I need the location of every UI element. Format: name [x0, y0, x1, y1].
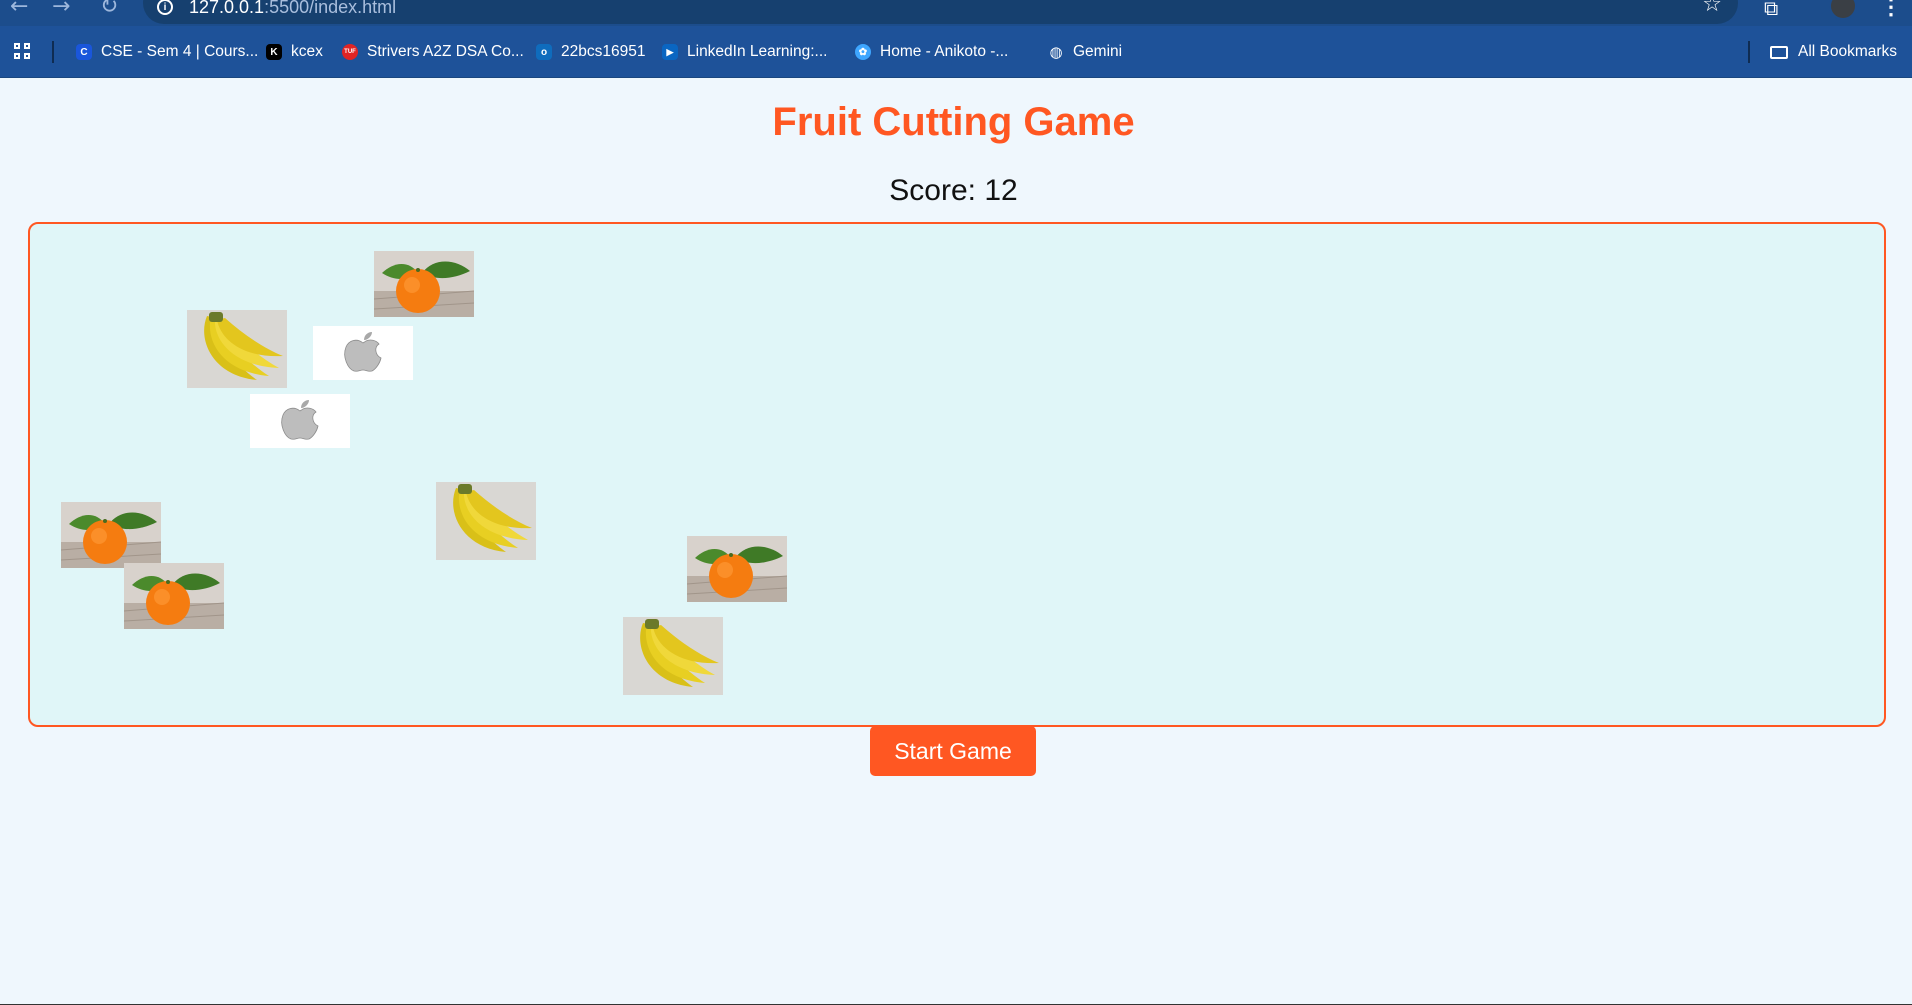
banana-fruit[interactable] [436, 482, 536, 565]
score-display: Score: 12 [0, 174, 1907, 208]
all-bookmarks-label: All Bookmarks [1798, 43, 1898, 60]
bookmark-label: CSE - Sem 4 | Cours... [101, 43, 259, 60]
bookmark-anikoto[interactable]: ✿ Home - Anikoto -... [855, 40, 1008, 64]
anikoto-icon: ✿ [855, 44, 871, 60]
apple-fruit[interactable] [313, 326, 413, 385]
bookmark-label: Gemini [1073, 43, 1123, 60]
bookmark-strivers[interactable]: TUF Strivers A2Z DSA Co... [342, 40, 524, 64]
bookmark-label: kcex [291, 43, 323, 60]
c-logo-icon: C [76, 44, 92, 60]
orange-fruit[interactable] [687, 536, 787, 607]
apple-fruit[interactable] [250, 394, 350, 453]
tuf-logo-icon: TUF [342, 44, 358, 60]
apps-grid-icon[interactable] [14, 43, 32, 61]
url-host: 127.0.0.1 [189, 0, 265, 17]
bookmarks-separator [1748, 41, 1750, 63]
score-label: Score: [889, 174, 985, 207]
bookmark-cse[interactable]: C CSE - Sem 4 | Cours... [76, 40, 258, 64]
banana-fruit[interactable] [187, 310, 287, 393]
banana-fruit[interactable] [623, 617, 723, 700]
browser-toolbar: ← → ↻ i 127.0.0.1:5500/index.html ☆ ⧉ ⋮ [0, 0, 1912, 26]
folder-icon [1770, 45, 1788, 59]
bookmark-star-icon[interactable]: ☆ [1702, 0, 1722, 17]
game-area[interactable] [28, 222, 1886, 727]
orange-fruit[interactable] [374, 251, 474, 322]
back-icon[interactable]: ← [10, 0, 28, 19]
page-title: Fruit Cutting Game [772, 100, 1135, 144]
all-bookmarks[interactable]: All Bookmarks [1770, 40, 1897, 64]
url-text[interactable]: 127.0.0.1:5500/index.html [189, 0, 396, 18]
globe-icon: ◍ [1049, 43, 1063, 61]
reload-icon[interactable]: ↻ [100, 0, 118, 19]
outlook-icon: o [536, 44, 552, 60]
bookmarks-bar: C CSE - Sem 4 | Cours... K kcex TUF Stri… [0, 26, 1912, 78]
score-value: 12 [984, 174, 1018, 207]
site-info-icon[interactable]: i [157, 0, 173, 15]
menu-kebab-icon[interactable]: ⋮ [1880, 0, 1902, 20]
bookmark-label: LinkedIn Learning:... [687, 43, 828, 60]
extensions-icon[interactable]: ⧉ [1764, 0, 1778, 20]
bookmark-label: Strivers A2Z DSA Co... [367, 43, 524, 60]
profile-avatar[interactable] [1829, 0, 1857, 20]
play-icon: ▶ [662, 44, 678, 60]
bookmark-linkedin-learning[interactable]: ▶ LinkedIn Learning:... [662, 40, 827, 64]
bookmarks-separator [52, 41, 54, 63]
bookmark-label: Home - Anikoto -... [880, 43, 1009, 60]
forward-icon[interactable]: → [52, 0, 70, 19]
bookmark-kcex[interactable]: K kcex [266, 40, 323, 64]
bookmark-label: 22bcs16951 [561, 43, 646, 60]
address-bar[interactable]: i 127.0.0.1:5500/index.html ☆ [143, 0, 1738, 24]
k-logo-icon: K [266, 44, 282, 60]
url-path: :5500/index.html [264, 0, 397, 17]
bookmark-gemini[interactable]: ◍ Gemini [1048, 40, 1122, 64]
start-game-button[interactable]: Start Game [870, 726, 1036, 776]
bookmark-outlook[interactable]: o 22bcs16951 [536, 40, 645, 64]
orange-fruit[interactable] [124, 563, 224, 634]
